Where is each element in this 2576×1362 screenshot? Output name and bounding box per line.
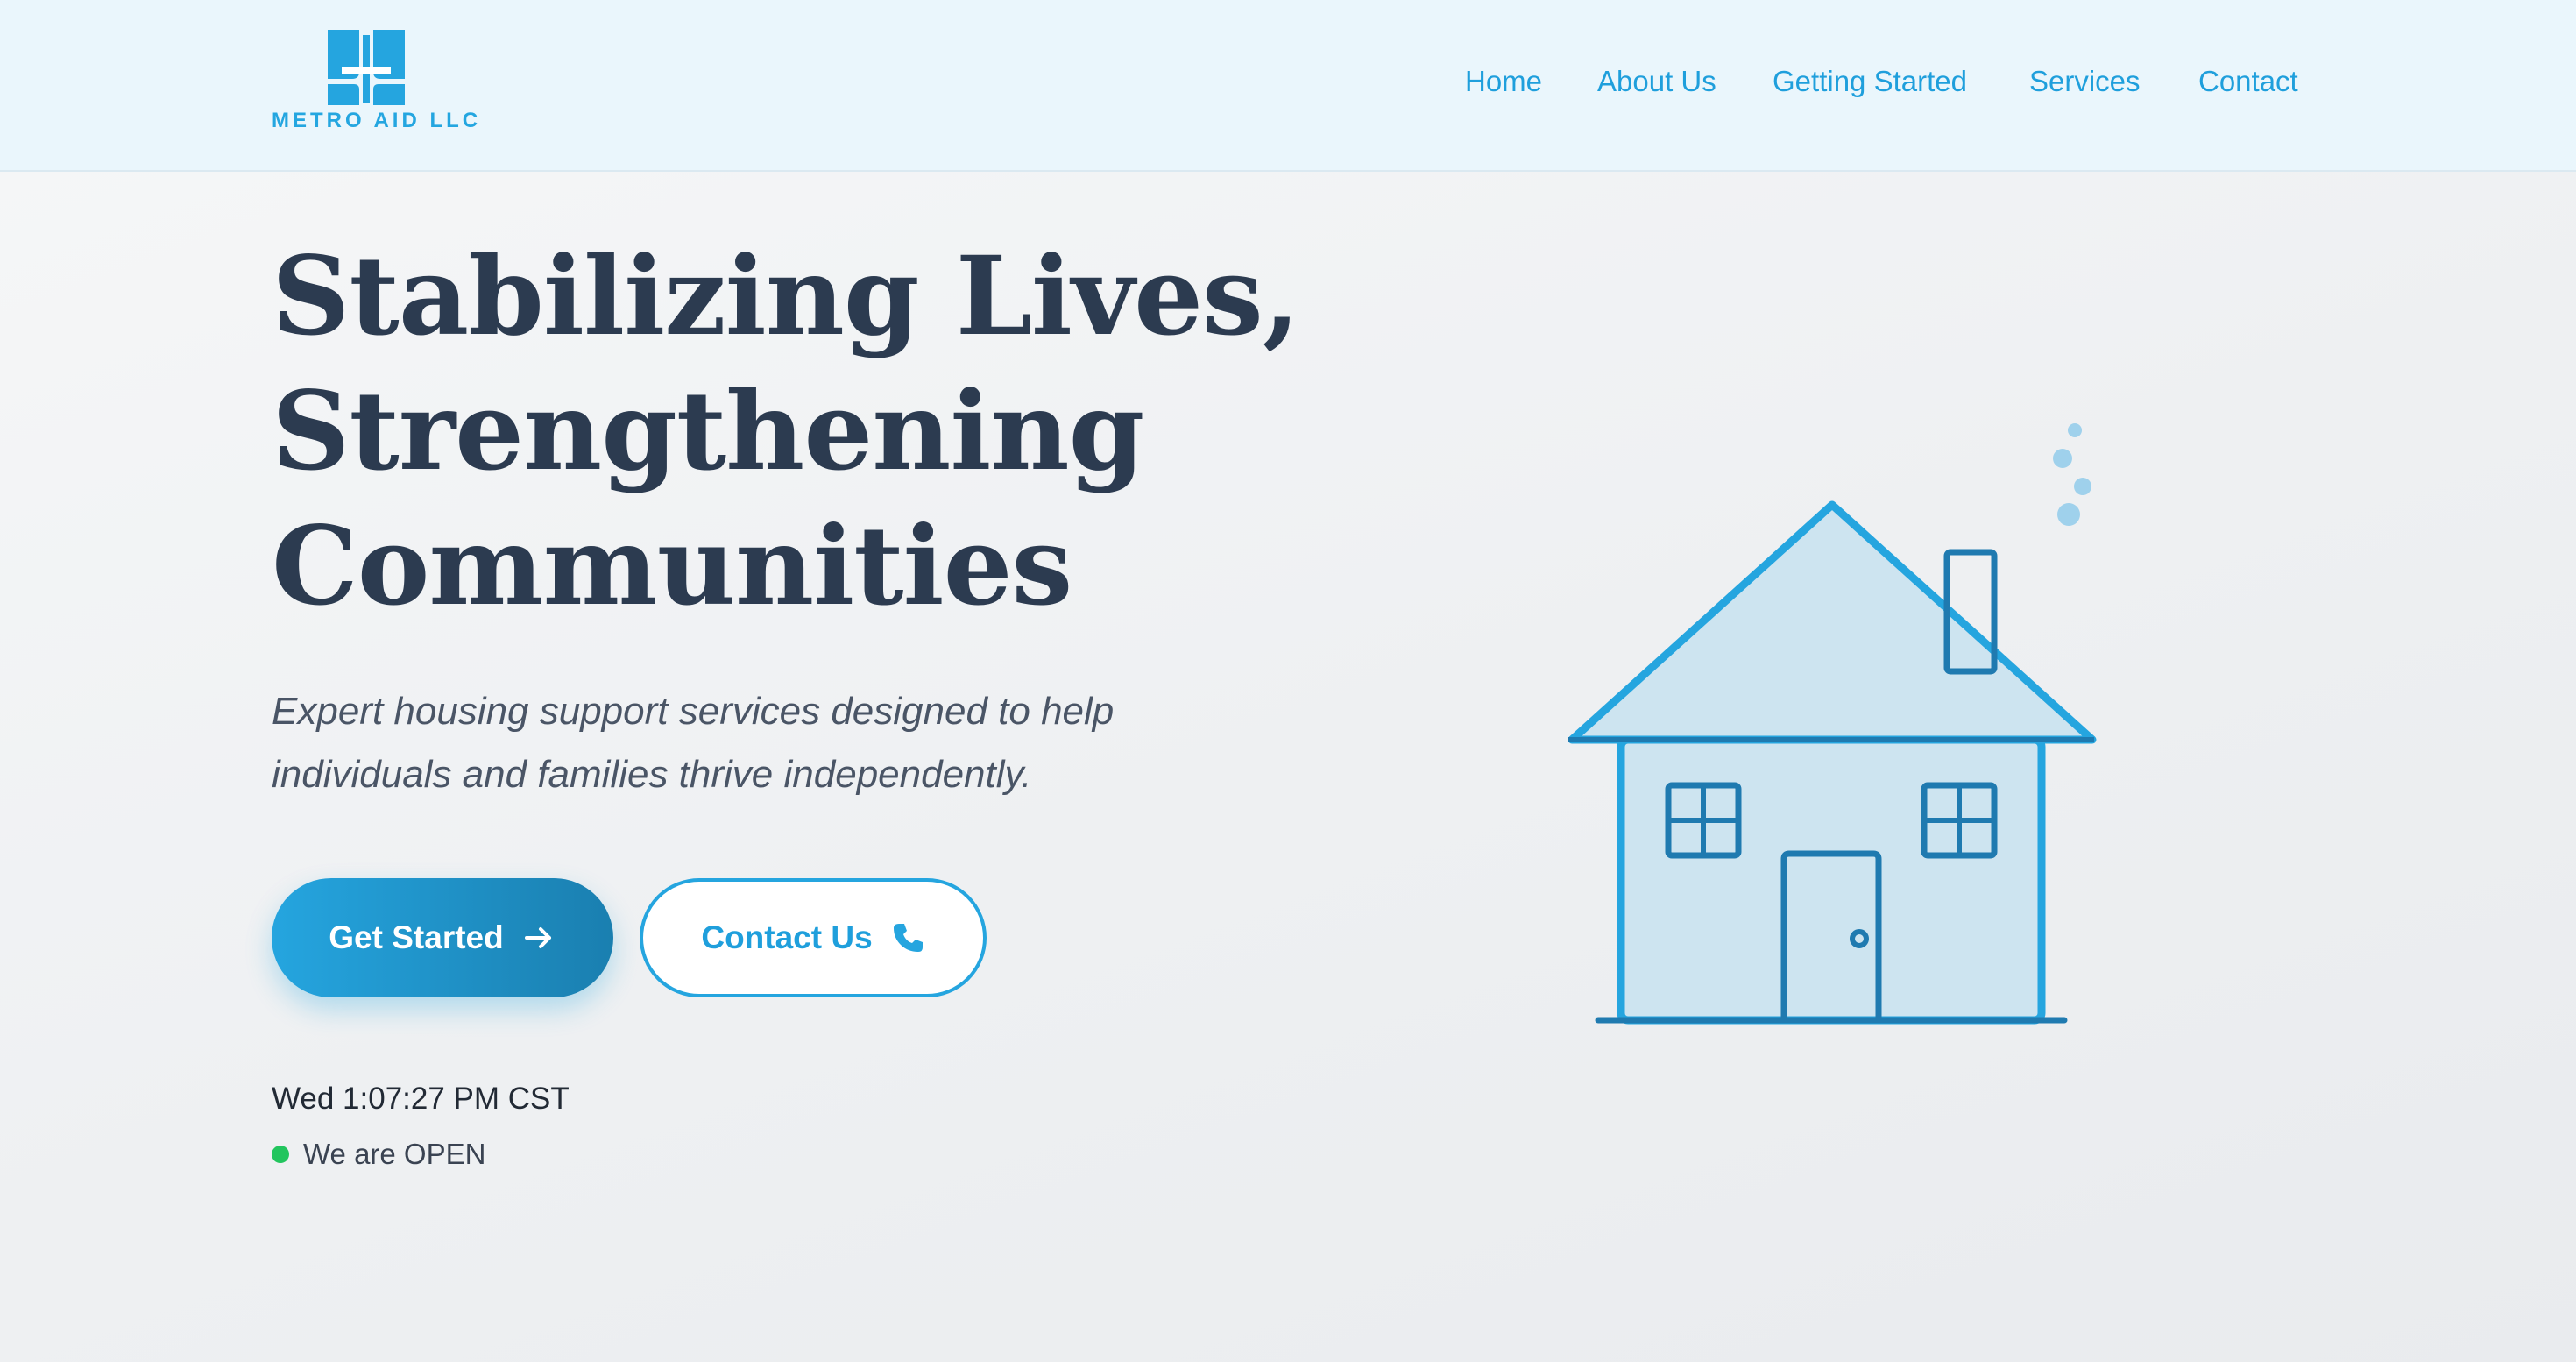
- logo-icon: [328, 30, 405, 105]
- house-icon: [1568, 423, 2097, 1025]
- get-started-label: Get Started: [329, 919, 504, 955]
- current-time: Wed 1:07:27 PM CST: [272, 1082, 570, 1116]
- hero-title-line: Strengthening: [272, 368, 1144, 495]
- hero-subtitle-line: individuals and families thrive independ…: [272, 753, 1032, 796]
- nav-contact[interactable]: Contact: [2198, 65, 2298, 98]
- hero-subtitle-line: Expert housing support services designed…: [272, 690, 1115, 733]
- site-header: METRO AID LLC Home About Us Getting Star…: [0, 0, 2576, 172]
- hero-title: Stabilizing Lives, Strengthening Communi…: [272, 230, 1411, 635]
- phone-icon: [893, 924, 923, 952]
- get-started-button[interactable]: Get Started: [272, 878, 613, 997]
- hero-title-line: Stabilizing Lives,: [272, 233, 1300, 360]
- contact-us-label: Contact Us: [701, 919, 873, 955]
- arrow-right-icon: [524, 927, 551, 948]
- logo-text: METRO AID LLC: [272, 109, 482, 132]
- open-status-text: We are OPEN: [303, 1138, 486, 1170]
- status-dot-icon: [272, 1146, 289, 1163]
- nav-getting-started[interactable]: Getting Started: [1773, 65, 1967, 98]
- nav-home[interactable]: Home: [1465, 65, 1542, 98]
- logo[interactable]: METRO AID LLC: [272, 26, 482, 135]
- nav-about-us[interactable]: About Us: [1597, 65, 1716, 98]
- hero-title-line: Communities: [272, 503, 1072, 630]
- nav-services[interactable]: Services: [2029, 65, 2141, 98]
- hero-subtitle: Expert housing support services designed…: [272, 680, 1323, 806]
- open-status: We are OPEN: [272, 1138, 485, 1171]
- contact-us-button[interactable]: Contact Us: [640, 878, 987, 997]
